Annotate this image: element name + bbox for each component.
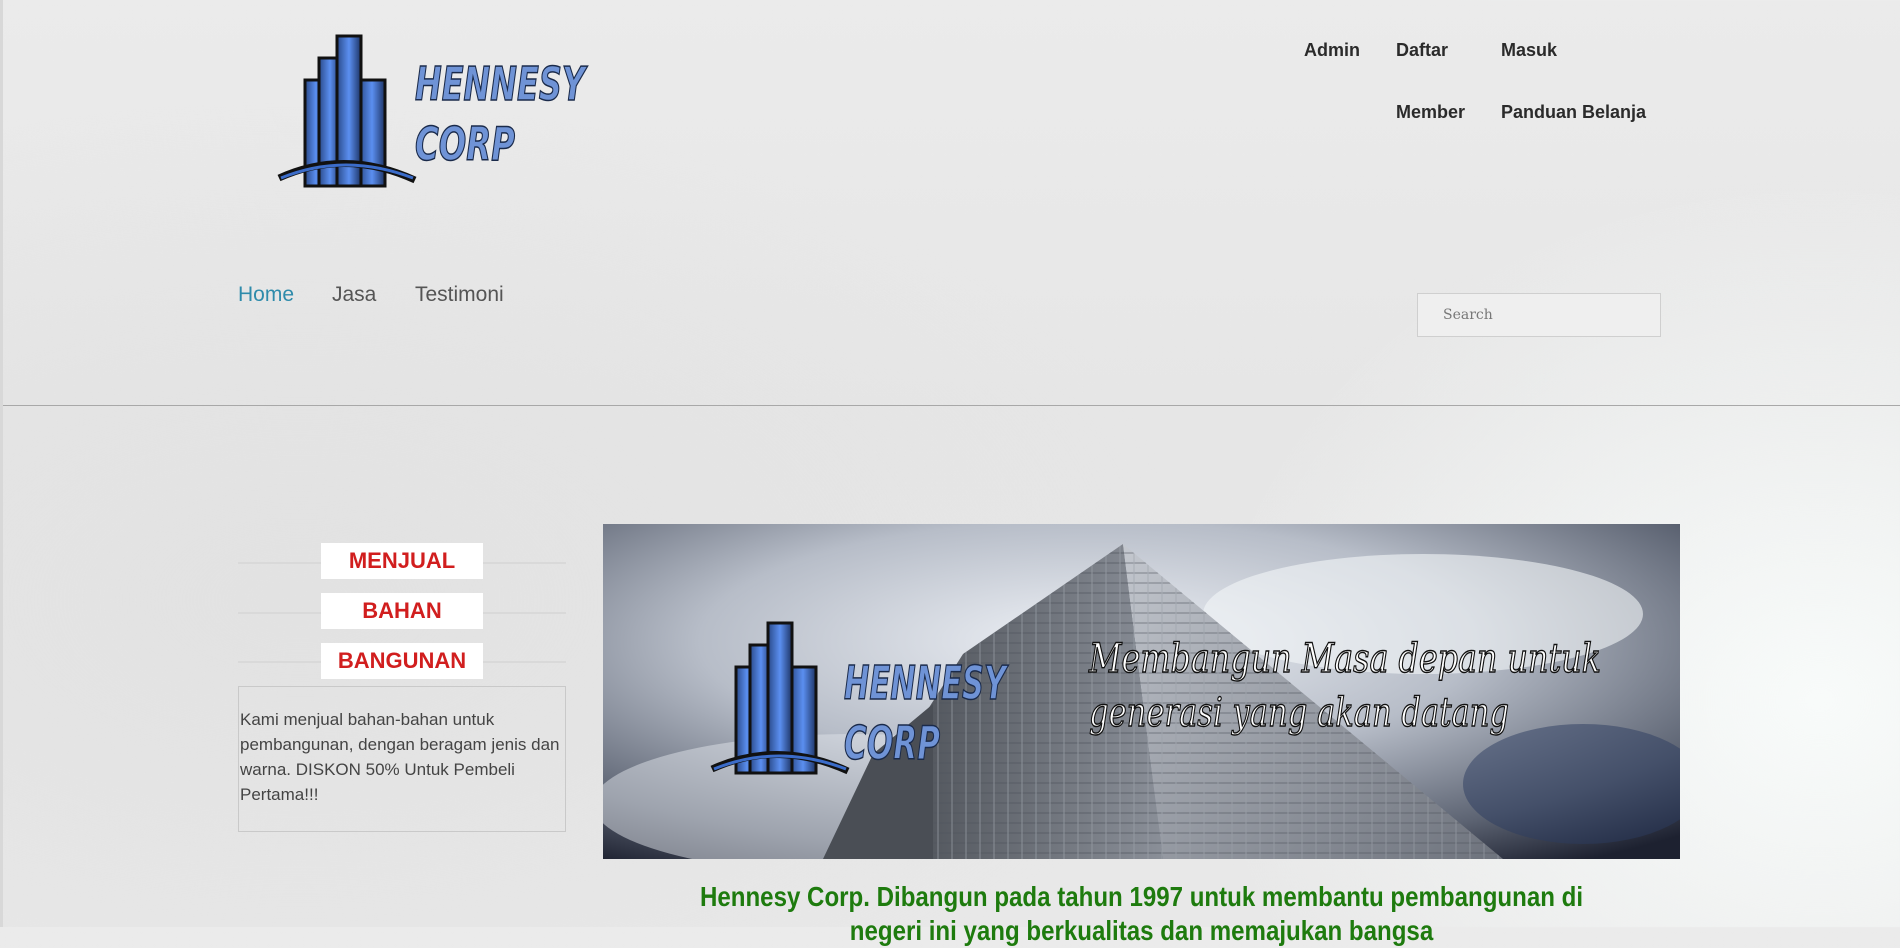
masuk-link[interactable]: Masuk (1501, 40, 1557, 61)
search-input[interactable] (1417, 293, 1661, 337)
logo-text-line1: HENNESY (415, 57, 588, 111)
daftar-link[interactable]: Daftar (1396, 40, 1448, 61)
panduan-belanja-link[interactable]: Panduan Belanja (1501, 102, 1646, 123)
logo-text-line2: CORP (415, 117, 515, 171)
banner-tagline-line1: Membangun Masa depan untuk (1088, 636, 1601, 682)
hero-banner: HENNESY CORP Membangun Masa depan untuk … (603, 524, 1680, 859)
nav-testimoni[interactable]: Testimoni (415, 283, 504, 307)
site-logo[interactable]: HENNESY CORP (275, 28, 595, 188)
headline: Hennesy Corp. Dibangun pada tahun 1997 u… (699, 881, 1584, 946)
tag-bahan: BAHAN (321, 593, 483, 629)
nav-jasa[interactable]: Jasa (332, 283, 376, 307)
banner-logo-line1: HENNESY (844, 656, 1009, 710)
page-edge (0, 0, 3, 927)
admin-link[interactable]: Admin (1304, 40, 1360, 61)
nav-home[interactable]: Home (238, 283, 294, 307)
banner-logo-line2: CORP (844, 716, 940, 770)
tag-bangunan: BANGUNAN (321, 643, 483, 679)
member-link[interactable]: Member (1396, 102, 1465, 123)
sidebar-description: Kami menjual bahan-bahan untuk pembangun… (238, 686, 566, 832)
tag-menjual: MENJUAL (321, 543, 483, 579)
header-divider (3, 405, 1900, 406)
banner-tagline-line2: generasi yang akan datang (1089, 690, 1509, 736)
